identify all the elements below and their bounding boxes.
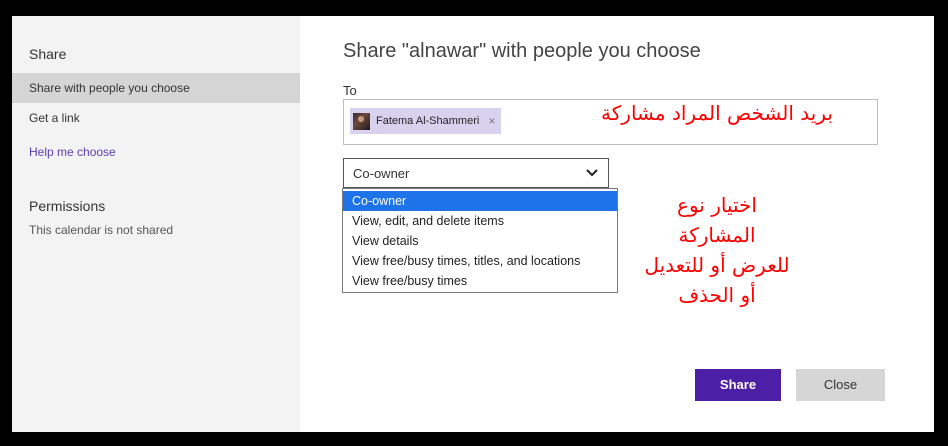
chevron-down-icon bbox=[586, 169, 598, 177]
share-button[interactable]: Share bbox=[695, 369, 781, 401]
permission-select[interactable]: Co-owner bbox=[343, 158, 609, 188]
recipient-chip[interactable]: Fatema Al-Shammeri × bbox=[350, 108, 502, 134]
permissions-status: This calendar is not shared bbox=[29, 223, 174, 237]
email-annotation: بريد الشخص المراد مشاركة bbox=[601, 101, 833, 125]
to-label: To bbox=[343, 83, 357, 98]
share-type-annotation: اختيار نوع المشاركة للعرض أو للتعديل أو … bbox=[612, 190, 822, 310]
option-view-free-busy-titles-locations[interactable]: View free/busy times, titles, and locati… bbox=[343, 251, 617, 271]
avatar bbox=[353, 112, 370, 130]
sidebar-item-share-with-people[interactable]: Share with people you choose bbox=[12, 73, 300, 103]
share-type-annotation-line: للعرض أو للتعديل bbox=[644, 253, 790, 277]
close-button[interactable]: Close bbox=[796, 369, 885, 401]
option-view-free-busy[interactable]: View free/busy times bbox=[343, 271, 617, 291]
permissions-title: Permissions bbox=[29, 198, 106, 214]
page-title: Share "alnawar" with people you choose bbox=[343, 40, 701, 62]
share-type-annotation-line: المشاركة bbox=[678, 223, 756, 247]
share-type-annotation-line: أو الحذف bbox=[678, 283, 756, 307]
option-view-details[interactable]: View details bbox=[343, 231, 617, 251]
help-me-choose-link[interactable]: Help me choose bbox=[12, 137, 300, 167]
remove-recipient-icon[interactable]: × bbox=[488, 114, 495, 128]
permission-options-list: Co-owner View, edit, and delete items Vi… bbox=[342, 188, 618, 293]
permission-select-value: Co-owner bbox=[353, 166, 410, 181]
share-type-annotation-line: اختيار نوع bbox=[677, 193, 757, 217]
option-co-owner[interactable]: Co-owner bbox=[343, 191, 617, 211]
recipient-name: Fatema Al-Shammeri bbox=[376, 115, 480, 127]
sidebar-item-get-a-link[interactable]: Get a link bbox=[12, 103, 300, 133]
sidebar-title: Share bbox=[29, 46, 67, 62]
option-view-edit-delete[interactable]: View, edit, and delete items bbox=[343, 211, 617, 231]
